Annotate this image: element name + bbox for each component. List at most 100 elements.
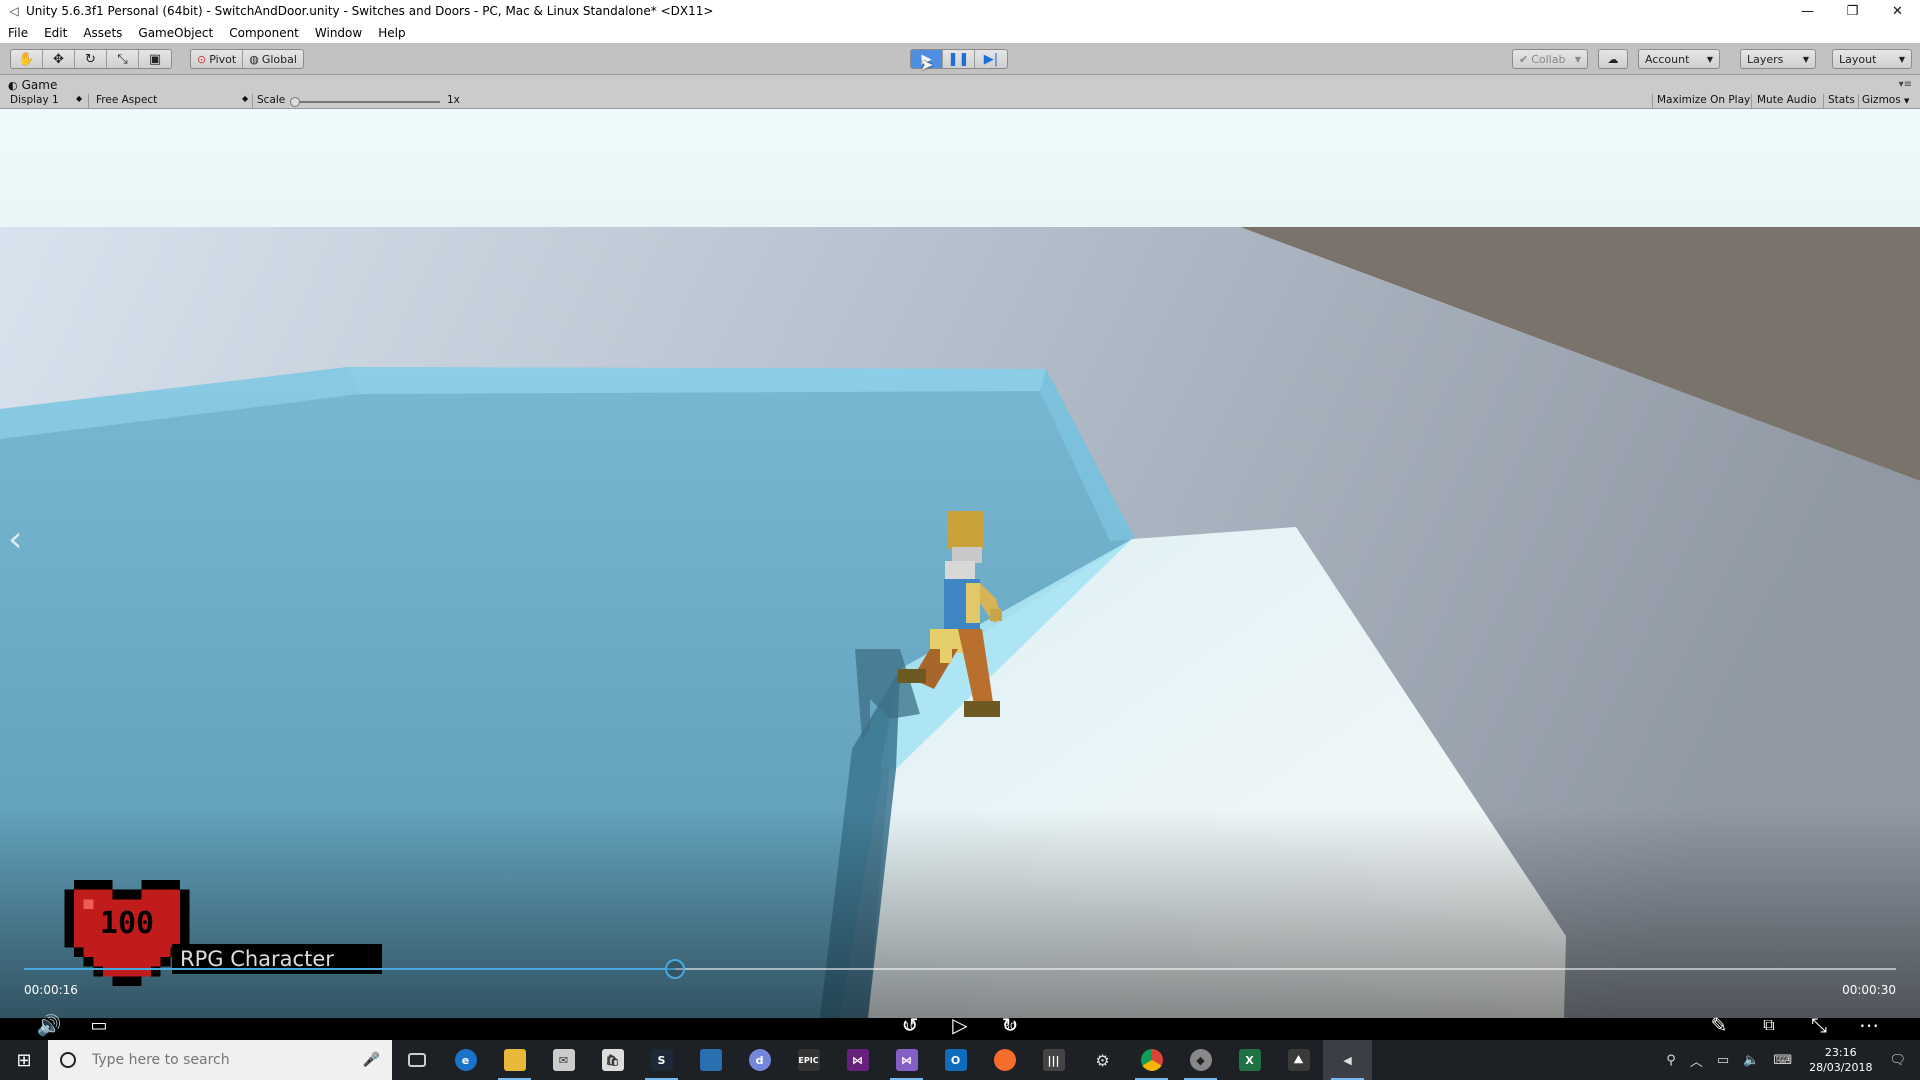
- maximize-on-play-toggle[interactable]: Maximize On Play: [1657, 94, 1750, 106]
- chevron-down-icon: ▼: [1898, 54, 1905, 64]
- account-label: Account: [1645, 52, 1690, 66]
- more-options-icon[interactable]: ⋯: [1856, 1012, 1882, 1038]
- scale-tool-icon[interactable]: ⤡: [107, 50, 139, 68]
- pivot-button[interactable]: ⊙ Pivot: [191, 50, 244, 68]
- edge-app[interactable]: e: [441, 1040, 490, 1080]
- menu-window[interactable]: Window: [315, 26, 362, 40]
- scale-slider-knob[interactable]: [290, 97, 300, 107]
- window-title: Unity 5.6.3f1 Personal (64bit) - SwitchA…: [26, 4, 714, 18]
- step-button[interactable]: ▶|: [975, 50, 1007, 68]
- task-view-app[interactable]: [392, 1040, 441, 1080]
- panel-menu-icon[interactable]: ▾≡: [1899, 79, 1912, 90]
- rect-tool-icon[interactable]: ▣: [139, 50, 171, 68]
- clock[interactable]: 23:16 28/03/2018: [1809, 1045, 1872, 1075]
- microphone-icon[interactable]: 🎤: [363, 1052, 380, 1068]
- global-button[interactable]: ◍ Global: [243, 50, 303, 68]
- layers-dropdown[interactable]: Layers ▼: [1740, 49, 1816, 69]
- separator: [88, 94, 89, 108]
- menu-gameobject[interactable]: GameObject: [138, 26, 213, 40]
- outlook-app[interactable]: O: [931, 1040, 980, 1080]
- origin-icon: [993, 1049, 1016, 1071]
- file-explorer-app[interactable]: [490, 1040, 539, 1080]
- volume-icon[interactable]: 🔊: [36, 1012, 62, 1038]
- gizmos-dropdown[interactable]: Gizmos ▼: [1862, 94, 1909, 106]
- captions-icon[interactable]: ▭: [86, 1012, 112, 1038]
- menu-assets[interactable]: Assets: [83, 26, 122, 40]
- unity-app[interactable]: ◆: [1176, 1040, 1225, 1080]
- separator: [252, 94, 253, 108]
- menu-help[interactable]: Help: [378, 26, 405, 40]
- discord-app[interactable]: d: [735, 1040, 784, 1080]
- volume-tray-icon[interactable]: 🔈: [1743, 1053, 1759, 1068]
- separator: [1751, 94, 1752, 108]
- windows-start-icon[interactable]: ⊞: [0, 1040, 48, 1080]
- network-icon[interactable]: ▭: [1717, 1053, 1729, 1068]
- notifications-icon[interactable]: 🗨: [1889, 1053, 1906, 1068]
- visual-studio-2-app[interactable]: ⋈: [882, 1040, 931, 1080]
- chrome-icon: [1140, 1049, 1163, 1071]
- store-app[interactable]: 🛍: [588, 1040, 637, 1080]
- separator: [1823, 94, 1824, 108]
- aspect-dropdown[interactable]: Free Aspect: [96, 94, 157, 106]
- menu-file[interactable]: File: [8, 26, 28, 40]
- audio-tool-app[interactable]: |||: [1029, 1040, 1078, 1080]
- game-view[interactable]: ‹: [0, 109, 1920, 1018]
- stats-toggle[interactable]: Stats: [1828, 94, 1855, 106]
- cloud-button[interactable]: ☁: [1598, 49, 1628, 69]
- account-dropdown[interactable]: Account ▼: [1638, 49, 1720, 69]
- skip-back-button[interactable]: ↺ 10: [897, 1012, 923, 1038]
- visual-studio-app[interactable]: ⋈: [833, 1040, 882, 1080]
- back-arrow-icon[interactable]: ‹: [8, 519, 22, 560]
- scale-label: Scale: [257, 94, 286, 106]
- tab-game-label: Game: [21, 78, 58, 92]
- search-input[interactable]: [90, 1051, 350, 1069]
- mail-app[interactable]: ✉: [539, 1040, 588, 1080]
- display-chevron-icon: ◆: [76, 94, 83, 103]
- steam-app[interactable]: S: [637, 1040, 686, 1080]
- tab-game[interactable]: ◐ Game: [8, 77, 57, 93]
- play-icon[interactable]: ▷: [947, 1012, 973, 1038]
- layout-dropdown[interactable]: Layout ▼: [1832, 49, 1912, 69]
- exit-fullscreen-icon[interactable]: ⤡: [1806, 1012, 1832, 1038]
- skip-forward-button[interactable]: ↻ 30: [997, 1012, 1023, 1038]
- chevron-up-icon[interactable]: ︿: [1690, 1051, 1703, 1070]
- spreadsheet-app[interactable]: X: [1225, 1040, 1274, 1080]
- gizmos-label: Gizmos: [1862, 94, 1901, 106]
- seek-bar-progress: [24, 968, 676, 970]
- scale-slider-track[interactable]: [290, 101, 440, 103]
- clock-time: 23:16: [1824, 1046, 1857, 1059]
- media-player-app[interactable]: ◀: [1323, 1040, 1372, 1080]
- platform-edge: [348, 367, 1046, 394]
- move-tool-icon[interactable]: ✥: [43, 50, 75, 68]
- rotate-tool-icon[interactable]: ↻: [75, 50, 107, 68]
- epic-games-app[interactable]: EPIC: [784, 1040, 833, 1080]
- people-icon[interactable]: ⚲: [1666, 1053, 1676, 1068]
- terminal-app[interactable]: [686, 1040, 735, 1080]
- controls-shade: [0, 809, 1920, 1018]
- close-button[interactable]: ✕: [1875, 0, 1920, 22]
- taskbar-search[interactable]: 🎤: [48, 1040, 392, 1080]
- pen-icon[interactable]: ✎: [1706, 1012, 1732, 1038]
- visual-studio-2-icon: ⋈: [895, 1049, 918, 1071]
- time-current: 00:00:16: [24, 983, 78, 997]
- task-view-icon: [407, 1053, 426, 1067]
- system-tray: ⚲ ︿ ▭ 🔈 ⌨ 23:16 28/03/2018 🗨: [1659, 1040, 1920, 1080]
- display-dropdown[interactable]: Display 1: [10, 94, 59, 106]
- global-label: Global: [261, 52, 297, 66]
- mute-audio-toggle[interactable]: Mute Audio: [1757, 94, 1816, 106]
- chrome-app[interactable]: [1127, 1040, 1176, 1080]
- pause-button[interactable]: ❚❚: [943, 50, 975, 68]
- origin-app[interactable]: [980, 1040, 1029, 1080]
- keyboard-icon[interactable]: ⌨: [1773, 1053, 1792, 1068]
- menu-edit[interactable]: Edit: [44, 26, 67, 40]
- settings-app[interactable]: ⚙: [1078, 1040, 1127, 1080]
- hand-tool-icon[interactable]: ✋: [11, 50, 43, 68]
- minimize-button[interactable]: —: [1785, 0, 1830, 22]
- photos-app[interactable]: ⛰: [1274, 1040, 1323, 1080]
- skip-forward-label: 30: [1004, 1022, 1016, 1032]
- skip-back-label: 10: [904, 1022, 916, 1032]
- restore-button[interactable]: ❐: [1830, 0, 1875, 22]
- mini-view-icon[interactable]: ⧉: [1756, 1012, 1782, 1038]
- collab-dropdown[interactable]: ✔ Collab ▼: [1512, 49, 1588, 69]
- menu-component[interactable]: Component: [229, 26, 299, 40]
